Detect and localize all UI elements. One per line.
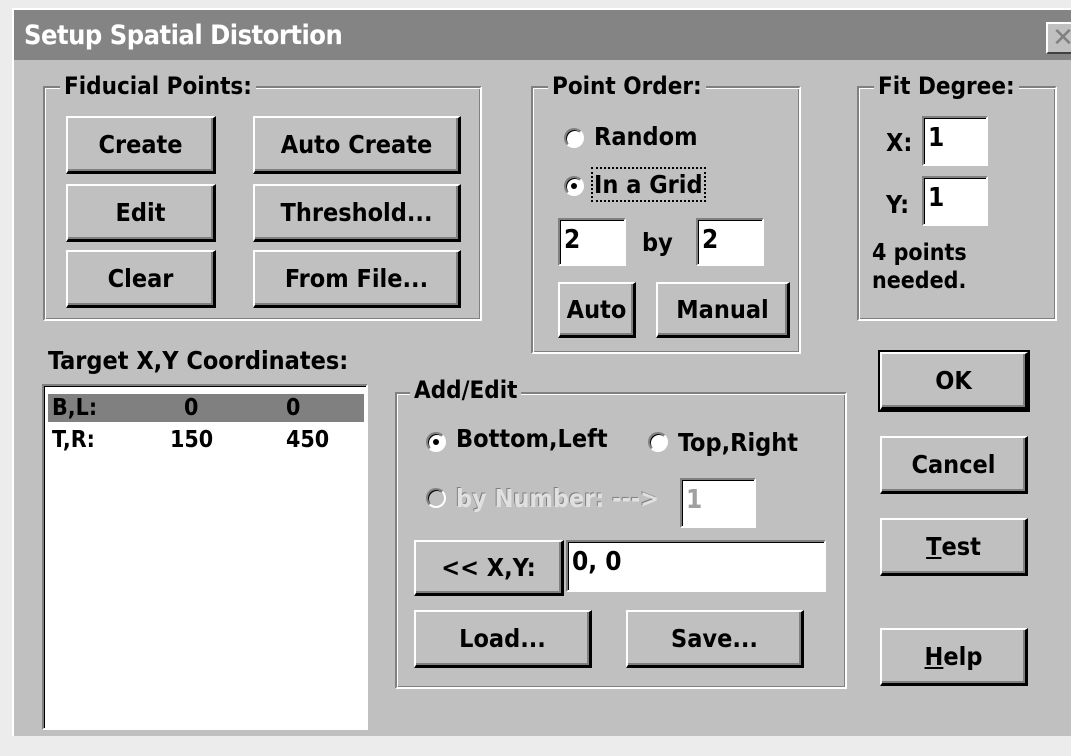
target-coordinates-label: Target X,Y Coordinates: — [48, 346, 349, 375]
bottom-left-radio[interactable] — [426, 432, 446, 452]
fit-y-field[interactable]: 1 — [922, 176, 988, 226]
test-button[interactable]: Test — [880, 518, 1028, 576]
random-label[interactable]: Random — [594, 122, 698, 151]
row-x: 150 — [170, 427, 214, 453]
manual-button[interactable]: Manual — [656, 282, 790, 338]
row-name: B,L: — [52, 395, 98, 421]
auto-create-button[interactable]: Auto Create — [253, 116, 461, 174]
title-bar[interactable]: Setup Spatial Distortion ✕ — [12, 8, 1071, 60]
ok-button[interactable]: OK — [878, 350, 1030, 412]
row-name: T,R: — [52, 427, 95, 453]
row-y: 0 — [286, 395, 301, 421]
top-right-label[interactable]: Top,Right — [678, 428, 798, 457]
point-number-field[interactable]: 1 — [680, 478, 756, 528]
fiducial-points-legend: Fiducial Points: — [60, 72, 256, 100]
fit-y-label: Y: — [886, 190, 910, 219]
in-a-grid-radio[interactable] — [564, 176, 584, 196]
create-button[interactable]: Create — [66, 116, 216, 174]
help-label: elp — [943, 642, 983, 671]
clear-button[interactable]: Clear — [66, 250, 216, 308]
row-y: 450 — [286, 427, 330, 453]
grid-cols-field[interactable]: 2 — [696, 218, 764, 266]
close-icon[interactable]: ✕ — [1046, 22, 1071, 54]
top-right-radio[interactable] — [648, 432, 668, 452]
in-a-grid-label[interactable]: In a Grid — [591, 167, 706, 202]
list-item[interactable]: T,R: 150 450 — [48, 426, 364, 454]
list-item[interactable]: B,L: 0 0 — [48, 394, 364, 422]
row-x: 0 — [184, 395, 199, 421]
by-label: by — [642, 228, 673, 257]
test-label: est — [941, 532, 981, 561]
test-mnemonic: T — [926, 532, 942, 561]
point-order-legend: Point Order: — [548, 72, 706, 100]
by-number-radio[interactable] — [426, 488, 446, 508]
xy-value-field[interactable]: 0, 0 — [566, 540, 826, 592]
cancel-button[interactable]: Cancel — [880, 436, 1028, 494]
auto-button[interactable]: Auto — [558, 282, 636, 338]
grid-rows-field[interactable]: 2 — [558, 218, 626, 266]
load-button[interactable]: Load... — [414, 610, 592, 668]
help-mnemonic: H — [924, 642, 944, 671]
points-needed-line2: needed. — [872, 268, 967, 294]
bottom-left-label[interactable]: Bottom,Left — [456, 424, 608, 453]
set-xy-button[interactable]: << X,Y: — [414, 540, 564, 596]
help-button[interactable]: Help — [880, 628, 1028, 686]
fit-x-field[interactable]: 1 — [922, 116, 988, 166]
target-coordinates-list[interactable]: B,L: 0 0 T,R: 150 450 — [42, 384, 368, 730]
points-needed-line1: 4 points — [872, 240, 967, 266]
window-title: Setup Spatial Distortion — [24, 20, 343, 51]
edit-button[interactable]: Edit — [66, 184, 216, 242]
random-radio[interactable] — [564, 128, 584, 148]
threshold-button[interactable]: Threshold... — [253, 184, 461, 242]
by-number-label[interactable]: by Number: ---> — [456, 484, 659, 513]
fit-degree-legend: Fit Degree: — [874, 72, 1019, 100]
from-file-button[interactable]: From File... — [253, 250, 461, 308]
save-button[interactable]: Save... — [626, 610, 804, 668]
fit-x-label: X: — [886, 128, 913, 157]
add-edit-legend: Add/Edit — [410, 376, 522, 404]
